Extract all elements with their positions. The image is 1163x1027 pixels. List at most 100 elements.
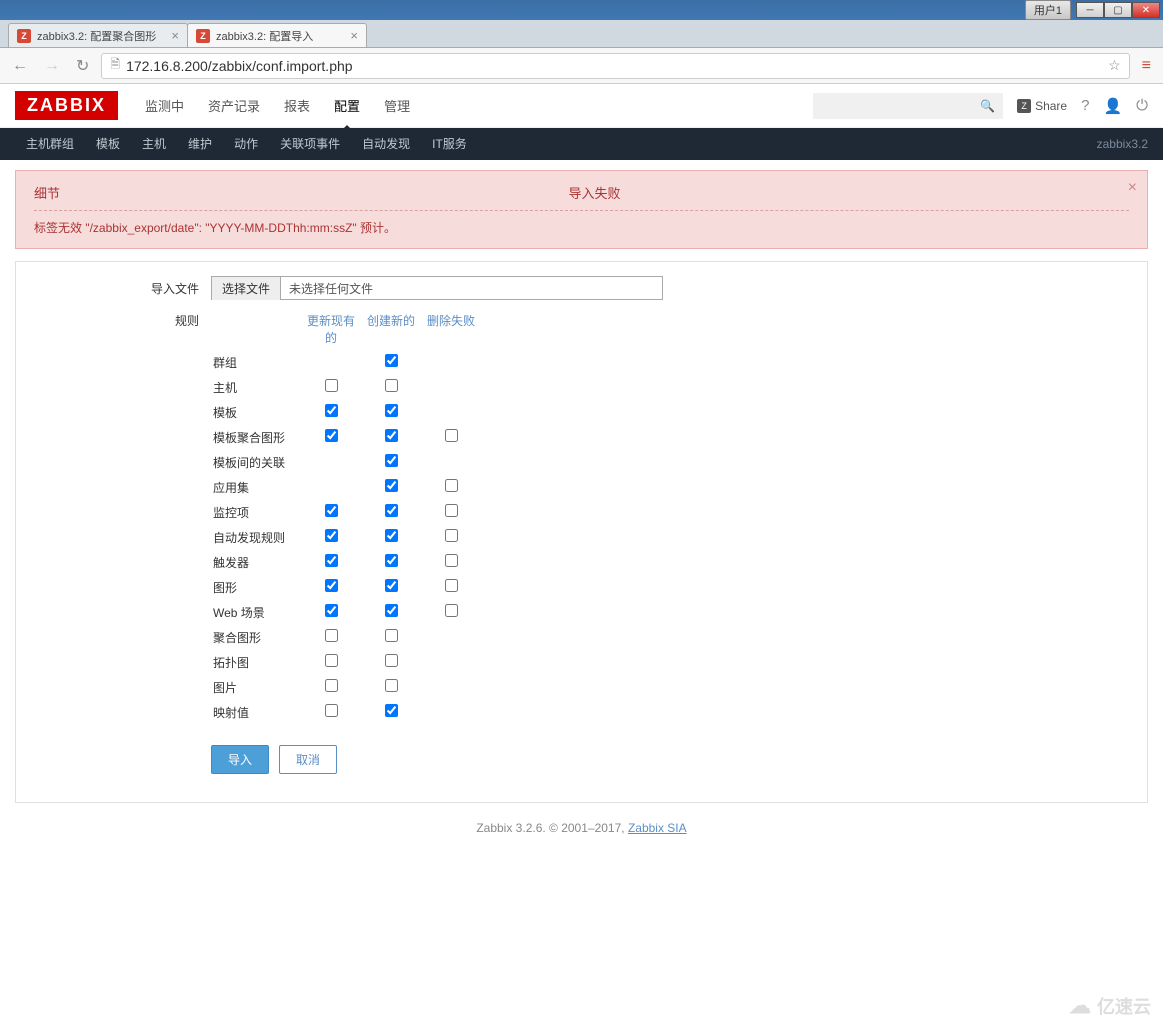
nav-item-2[interactable]: 报表 bbox=[272, 82, 322, 129]
rule-cell bbox=[361, 650, 421, 675]
rule-checkbox-update[interactable] bbox=[325, 679, 338, 692]
rule-checkbox-update[interactable] bbox=[325, 379, 338, 392]
rule-checkbox-create[interactable] bbox=[385, 479, 398, 492]
url-bar[interactable]: 🗎 ☆ bbox=[101, 53, 1129, 79]
rule-checkbox-create[interactable] bbox=[385, 554, 398, 567]
browser-tab-1[interactable]: Z zabbix3.2: 配置导入 × bbox=[187, 23, 367, 47]
rule-checkbox-delete[interactable] bbox=[445, 604, 458, 617]
rules-header: 更新现有的 bbox=[301, 308, 361, 350]
footer-link[interactable]: Zabbix SIA bbox=[628, 821, 687, 835]
close-icon[interactable]: × bbox=[1128, 179, 1137, 197]
rule-checkbox-update[interactable] bbox=[325, 429, 338, 442]
url-input[interactable] bbox=[126, 58, 1108, 74]
browser-menu-icon[interactable]: ≡ bbox=[1138, 53, 1155, 79]
import-button[interactable]: 导入 bbox=[211, 745, 269, 774]
rules-header: 创建新的 bbox=[361, 308, 421, 350]
subnav-item-2[interactable]: 主机 bbox=[131, 128, 177, 160]
rule-cell bbox=[301, 475, 361, 500]
rule-cell bbox=[301, 625, 361, 650]
rule-checkbox-create[interactable] bbox=[385, 404, 398, 417]
rule-checkbox-create[interactable] bbox=[385, 429, 398, 442]
rule-cell bbox=[361, 700, 421, 725]
rule-checkbox-delete[interactable] bbox=[445, 529, 458, 542]
rule-checkbox-update[interactable] bbox=[325, 654, 338, 667]
footer-text: Zabbix 3.2.6. © 2001–2017, bbox=[476, 821, 628, 835]
search-input[interactable]: 🔍 bbox=[813, 93, 1003, 119]
search-icon: 🔍 bbox=[980, 99, 995, 113]
rule-cell bbox=[301, 675, 361, 700]
choose-file-button[interactable]: 选择文件 bbox=[212, 277, 281, 300]
rule-checkbox-update[interactable] bbox=[325, 529, 338, 542]
nav-item-3[interactable]: 配置 bbox=[322, 82, 372, 129]
cancel-button[interactable]: 取消 bbox=[279, 745, 337, 774]
maximize-button[interactable]: ▢ bbox=[1104, 2, 1132, 18]
reload-button[interactable]: ↻ bbox=[72, 52, 93, 80]
share-button[interactable]: Z Share bbox=[1017, 99, 1067, 113]
browser-tab-0[interactable]: Z zabbix3.2: 配置聚合图形 × bbox=[8, 23, 188, 47]
rule-cell bbox=[361, 550, 421, 575]
help-icon[interactable]: ? bbox=[1081, 97, 1089, 114]
logo[interactable]: ZABBIX bbox=[15, 91, 118, 120]
rule-cell bbox=[361, 600, 421, 625]
rule-checkbox-create[interactable] bbox=[385, 454, 398, 467]
rule-cell bbox=[421, 525, 481, 550]
file-input[interactable]: 选择文件 未选择任何文件 bbox=[211, 276, 663, 300]
rule-checkbox-create[interactable] bbox=[385, 654, 398, 667]
rule-checkbox-create[interactable] bbox=[385, 579, 398, 592]
bookmark-icon[interactable]: ☆ bbox=[1108, 57, 1121, 74]
subnav-item-7[interactable]: IT服务 bbox=[421, 128, 478, 160]
rule-cell bbox=[361, 475, 421, 500]
rule-checkbox-create[interactable] bbox=[385, 704, 398, 717]
subnav-item-0[interactable]: 主机群组 bbox=[15, 128, 85, 160]
subnav-item-6[interactable]: 自动发现 bbox=[351, 128, 421, 160]
favicon-icon: Z bbox=[196, 29, 210, 43]
subnav-right-text: zabbix3.2 bbox=[1097, 137, 1148, 151]
subnav-item-3[interactable]: 维护 bbox=[177, 128, 223, 160]
logout-icon[interactable]: ⏻ bbox=[1136, 97, 1148, 114]
rule-checkbox-update[interactable] bbox=[325, 404, 338, 417]
rule-checkbox-create[interactable] bbox=[385, 529, 398, 542]
rule-checkbox-update[interactable] bbox=[325, 504, 338, 517]
rule-checkbox-create[interactable] bbox=[385, 629, 398, 642]
rule-cell bbox=[421, 400, 481, 425]
close-icon[interactable]: × bbox=[171, 28, 179, 43]
error-detail-link[interactable]: 细节 bbox=[34, 183, 60, 202]
rule-checkbox-create[interactable] bbox=[385, 354, 398, 367]
rule-checkbox-update[interactable] bbox=[325, 579, 338, 592]
rule-checkbox-delete[interactable] bbox=[445, 479, 458, 492]
rule-checkbox-create[interactable] bbox=[385, 679, 398, 692]
subnav-item-5[interactable]: 关联项事件 bbox=[269, 128, 351, 160]
rule-checkbox-update[interactable] bbox=[325, 704, 338, 717]
close-window-button[interactable]: ✕ bbox=[1132, 2, 1160, 18]
rule-checkbox-delete[interactable] bbox=[445, 579, 458, 592]
rule-cell bbox=[301, 700, 361, 725]
rule-name: 模板 bbox=[211, 400, 301, 425]
nav-item-1[interactable]: 资产记录 bbox=[196, 82, 272, 129]
subnav-item-1[interactable]: 模板 bbox=[85, 128, 131, 160]
nav-item-4[interactable]: 管理 bbox=[372, 82, 422, 129]
rule-checkbox-update[interactable] bbox=[325, 629, 338, 642]
rule-checkbox-create[interactable] bbox=[385, 604, 398, 617]
tab-title: zabbix3.2: 配置聚合图形 bbox=[37, 28, 156, 44]
close-icon[interactable]: × bbox=[350, 28, 358, 43]
nav-item-0[interactable]: 监测中 bbox=[133, 82, 196, 129]
forward-button[interactable]: → bbox=[40, 53, 64, 79]
user-icon[interactable]: 👤 bbox=[1103, 97, 1122, 115]
rule-checkbox-delete[interactable] bbox=[445, 504, 458, 517]
rule-checkbox-delete[interactable] bbox=[445, 429, 458, 442]
subnav-item-4[interactable]: 动作 bbox=[223, 128, 269, 160]
browser-toolbar: ← → ↻ 🗎 ☆ ≡ bbox=[0, 48, 1163, 84]
rule-checkbox-update[interactable] bbox=[325, 554, 338, 567]
rule-cell bbox=[301, 500, 361, 525]
minimize-button[interactable]: ─ bbox=[1076, 2, 1104, 18]
rule-checkbox-delete[interactable] bbox=[445, 554, 458, 567]
rule-cell bbox=[361, 575, 421, 600]
favicon-icon: Z bbox=[17, 29, 31, 43]
window-titlebar: 用户1 ─ ▢ ✕ bbox=[0, 0, 1163, 20]
back-button[interactable]: ← bbox=[8, 53, 32, 79]
rule-checkbox-create[interactable] bbox=[385, 504, 398, 517]
rule-name: 图形 bbox=[211, 575, 301, 600]
rule-checkbox-update[interactable] bbox=[325, 604, 338, 617]
rule-checkbox-create[interactable] bbox=[385, 379, 398, 392]
rule-cell bbox=[361, 525, 421, 550]
